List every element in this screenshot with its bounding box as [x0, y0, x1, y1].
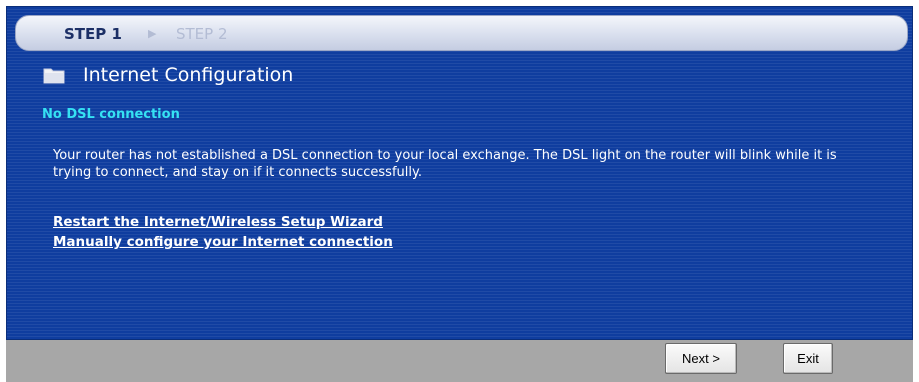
step-2-label: STEP 2 [176, 25, 228, 43]
description-text: Your router has not established a DSL co… [53, 148, 837, 180]
step-indicator: STEP 1 ▶ STEP 2 [15, 15, 908, 51]
next-button[interactable]: Next > [665, 343, 737, 374]
restart-wizard-link[interactable]: Restart the Internet/Wireless Setup Wiza… [53, 214, 383, 230]
page-title: Internet Configuration [83, 64, 294, 86]
step-1-label: STEP 1 [64, 25, 122, 43]
title-row: Internet Configuration [43, 63, 293, 87]
exit-button[interactable]: Exit [783, 343, 833, 374]
manual-config-link[interactable]: Manually configure your Internet connect… [53, 234, 393, 250]
step-arrow-icon: ▶ [148, 27, 157, 40]
section-heading: No DSL connection [42, 107, 180, 122]
footer-bar [6, 340, 913, 382]
folder-icon [43, 68, 65, 84]
